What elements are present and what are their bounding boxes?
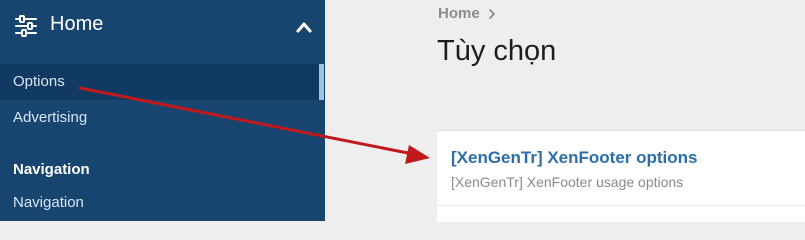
active-indicator bbox=[319, 64, 324, 100]
sidebar-item-advertising[interactable]: Advertising bbox=[0, 100, 325, 136]
sidebar-section-title: Navigation bbox=[13, 161, 90, 178]
sliders-icon bbox=[15, 15, 37, 37]
breadcrumb-home[interactable]: Home bbox=[438, 5, 480, 22]
sidebar: Home Options Advertising Navigation Navi… bbox=[0, 0, 325, 221]
sidebar-item-label: Navigation bbox=[13, 194, 84, 211]
sidebar-header-home[interactable]: Home bbox=[0, 0, 325, 56]
sidebar-item-label: Advertising bbox=[13, 109, 88, 126]
option-group-description: [XenGenTr] XenFooter usage options bbox=[451, 174, 684, 190]
divider bbox=[437, 205, 805, 206]
sidebar-item-options[interactable]: Options bbox=[0, 64, 325, 100]
page-title: Tùy chọn bbox=[437, 35, 557, 67]
option-group-card: [XenGenTr] XenFooter options [XenGenTr] … bbox=[437, 130, 805, 222]
chevron-up-icon[interactable] bbox=[295, 20, 313, 34]
sidebar-item-label: Options bbox=[13, 73, 65, 90]
sidebar-item-navigation[interactable]: Navigation bbox=[0, 185, 325, 221]
option-group-link[interactable]: [XenGenTr] XenFooter options bbox=[451, 148, 698, 168]
sidebar-header-label: Home bbox=[50, 13, 104, 35]
chevron-right-icon bbox=[489, 9, 496, 19]
